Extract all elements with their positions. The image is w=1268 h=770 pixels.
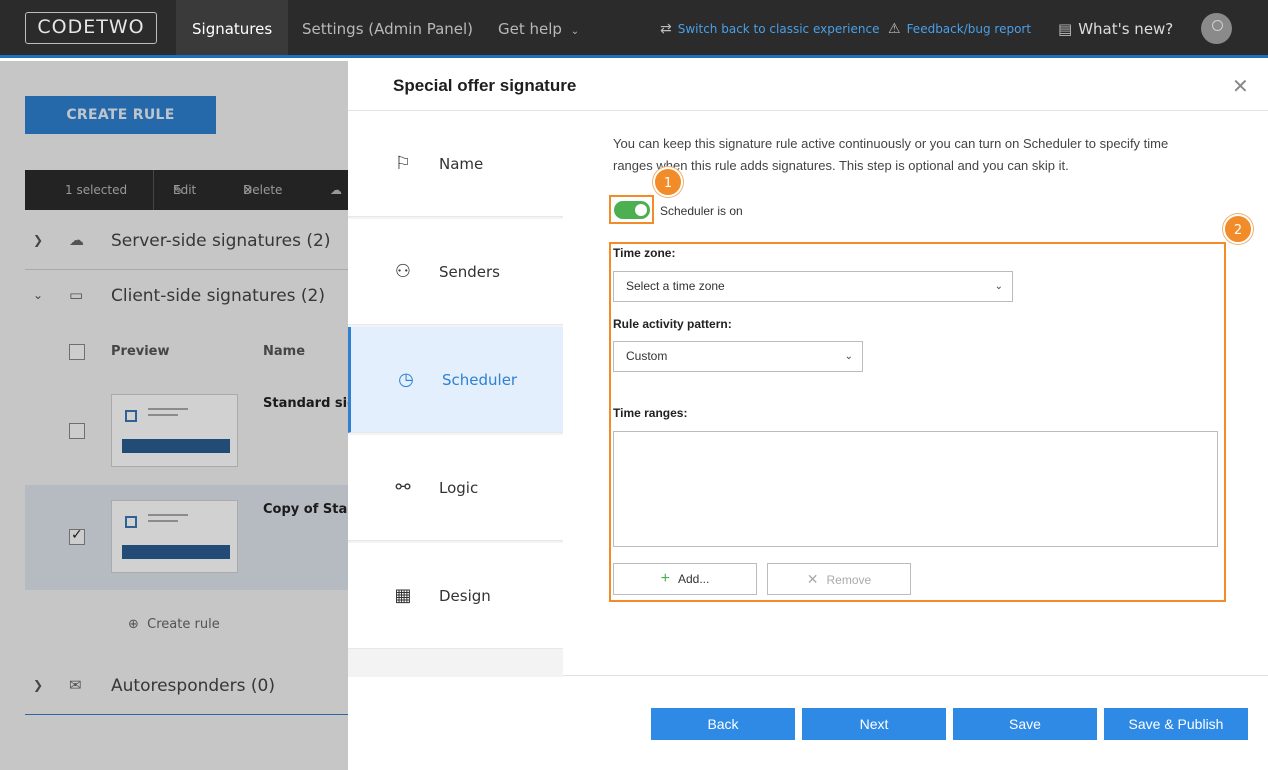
swap-icon: ⇄ [660,21,672,37]
panel-title: Special offer signature [393,76,577,95]
add-range-label: Add... [677,572,710,586]
time-zone-select[interactable]: Select a time zone ⌄ [613,271,1013,302]
scheduler-intro-text: You can keep this signature rule active … [613,136,1169,173]
nav-settings[interactable]: Settings (Admin Panel) [302,0,473,58]
add-range-button[interactable]: + Add... [613,563,757,595]
step-logic[interactable]: ⚯ Logic [348,435,563,541]
scheduler-toggle[interactable] [614,201,650,219]
time-ranges-label: Time ranges: [613,406,688,420]
activity-pattern-select[interactable]: Custom ⌄ [613,341,863,372]
time-zone-label: Time zone: [613,246,676,260]
save-publish-button[interactable]: Save & Publish [1104,708,1248,740]
step-scheduler[interactable]: ◷ Scheduler [348,327,563,433]
feedback-link[interactable]: ⚠ Feedback/bug report [888,0,1031,58]
whats-new-label: What's new? [1078,20,1174,38]
nav-get-help[interactable]: Get help ⌄ [498,0,579,58]
footer-divider [563,675,1268,676]
nav-signatures[interactable]: Signatures [176,0,289,58]
remove-range-label: Remove [826,573,872,587]
time-ranges-list[interactable] [613,431,1218,547]
activity-pattern-label: Rule activity pattern: [613,317,732,331]
whats-new-link[interactable]: ▤ What's new? [1058,0,1173,58]
callout-badge-2: 2 [1223,214,1253,244]
remove-range-button[interactable]: ✕ Remove [767,563,911,595]
save-button[interactable]: Save [953,708,1097,740]
logic-nodes-icon: ⚯ [395,477,411,498]
time-zone-value: Select a time zone [626,279,725,293]
back-button[interactable]: Back [651,708,795,740]
rule-editor-panel: Special offer signature ✕ ⚐ Name ⚇ Sende… [348,58,1268,770]
toggle-highlight [609,195,654,224]
step-name-label: Name [439,155,484,173]
step-design[interactable]: ▦ Design [348,543,563,649]
switch-classic-link[interactable]: ⇄ Switch back to classic experience [660,0,879,58]
nav-get-help-label: Get help [498,20,562,38]
step-scheduler-label: Scheduler [442,371,518,389]
codetwo-logo[interactable]: CODETWO [25,12,157,44]
feedback-label: Feedback/bug report [906,22,1032,36]
step-senders[interactable]: ⚇ Senders [348,219,563,325]
signpost-icon: ⚐ [394,153,412,174]
users-icon: ⚇ [394,261,412,282]
step-design-label: Design [439,587,491,605]
modal-overlay[interactable] [0,61,348,770]
step-senders-label: Senders [439,263,500,281]
chevron-down-icon: ⌄ [570,26,580,37]
switch-classic-label: Switch back to classic experience [677,22,880,36]
news-icon: ▤ [1058,20,1073,38]
user-avatar[interactable] [1201,13,1232,44]
next-button[interactable]: Next [802,708,946,740]
activity-pattern-value: Custom [626,349,668,363]
step-logic-label: Logic [439,479,479,497]
step-name[interactable]: ⚐ Name [348,111,563,217]
chevron-down-icon: ⌄ [994,281,1003,292]
close-icon[interactable]: ✕ [1232,74,1249,98]
clock-icon: ◷ [398,369,414,390]
feedback-icon: ⚠ [888,21,901,37]
layout-icon: ▦ [394,585,412,606]
plus-icon: + [660,570,670,587]
close-icon: ✕ [806,571,819,587]
scheduler-toggle-label: Scheduler is on [660,204,743,218]
top-navigation-bar: CODETWO Signatures Settings (Admin Panel… [0,0,1268,58]
callout-badge-1: 1 [653,167,683,197]
chevron-down-icon: ⌄ [844,351,853,362]
wizard-steps: ⚐ Name ⚇ Senders ◷ Scheduler ⚯ Logic ▦ D… [348,111,563,677]
